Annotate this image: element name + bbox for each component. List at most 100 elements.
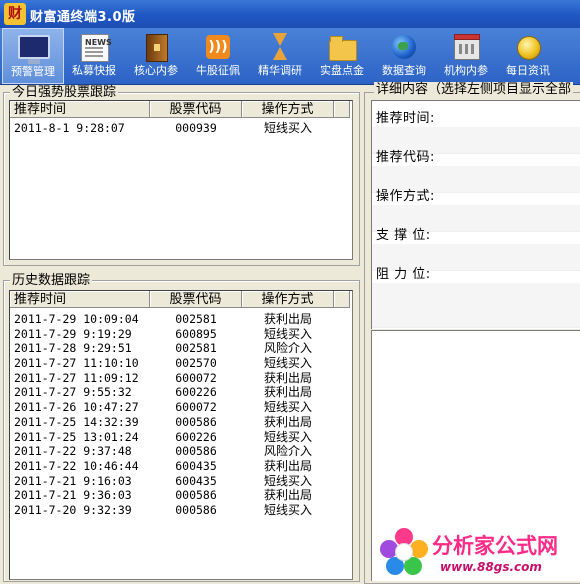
toolbar-button-institution-reference[interactable]: 机构内参	[435, 28, 497, 84]
toolbar-button-label: 核心内参	[134, 64, 178, 77]
main-toolbar: 预警管理 NEWS 私募快报 核心内参 ))) 牛股征佩 精华调研 实盘点金 数…	[0, 28, 580, 85]
cell-action: 获利出局	[263, 370, 312, 385]
column-header-code[interactable]: 股票代码	[150, 101, 242, 118]
cell-action: 短线买入	[263, 121, 312, 135]
column-header-action[interactable]: 操作方式	[242, 291, 334, 308]
table-row[interactable]: 2011-7-25 13:01:24 600226 短线买入	[10, 430, 334, 445]
cell-action: 短线买入	[263, 326, 312, 341]
cell-time: 2011-7-27 11:10:10	[14, 356, 139, 371]
toolbar-button-bull-stocks[interactable]: ))) 牛股征佩	[187, 28, 249, 84]
cell-code: 600435	[175, 458, 217, 473]
cell-time: 2011-7-25 13:01:24	[14, 429, 139, 444]
cell-action: 获利出局	[263, 312, 312, 326]
table-row[interactable]: 2011-7-25 14:32:39 000586 获利出局	[10, 415, 334, 430]
toolbar-button-data-query[interactable]: 数据查询	[373, 28, 435, 84]
column-header-time[interactable]: 推荐时间	[10, 101, 150, 118]
globe-icon	[389, 32, 419, 62]
toolbar-button-label: 牛股征佩	[196, 64, 240, 77]
cell-code: 002581	[175, 312, 217, 326]
toolbar-button-label: 私募快报	[72, 64, 116, 77]
cell-code: 600226	[175, 429, 217, 444]
toolbar-button-daily-news[interactable]: 每日资讯	[497, 28, 559, 84]
cell-time: 2011-7-22 9:37:48	[14, 444, 132, 459]
history-panel-title: 历史数据跟踪	[10, 273, 93, 288]
today-table-body: 2011-8-1 9:28:07 000939 短线买入	[10, 121, 334, 136]
column-header-code[interactable]: 股票代码	[150, 291, 242, 308]
cell-code: 000586	[175, 444, 217, 459]
cell-code: 600895	[175, 326, 217, 341]
table-row[interactable]: 2011-7-28 9:29:51 002581 风险介入	[10, 341, 334, 356]
table-row[interactable]: 2011-7-22 10:46:44 600435 获利出局	[10, 459, 334, 474]
monitor-icon	[18, 33, 50, 64]
toolbar-button-alert-management[interactable]: 预警管理	[2, 28, 64, 84]
toolbar-button-live-trading[interactable]: 实盘点金	[311, 28, 373, 84]
detail-panel-title: 详细内容（选择左侧项目显示全部	[374, 82, 574, 97]
table-row[interactable]: 2011-7-29 10:09:04 002581 获利出局	[10, 312, 334, 327]
cell-action: 风险介入	[263, 341, 312, 356]
cell-time: 2011-7-27 9:55:32	[14, 385, 132, 400]
table-row[interactable]: 2011-7-20 9:32:39 000586 短线买入	[10, 503, 334, 518]
toolbar-button-label: 智	[559, 64, 580, 78]
history-table-header: 推荐时间 股票代码 操作方式	[10, 291, 350, 309]
column-header-time[interactable]: 推荐时间	[10, 291, 150, 308]
cell-time: 2011-7-29 9:19:29	[14, 326, 132, 341]
table-row[interactable]: 2011-7-22 9:37:48 000586 风险介入	[10, 444, 334, 459]
cell-action: 获利出局	[263, 385, 312, 400]
detail-label: 推荐代码:	[376, 150, 435, 165]
cell-code: 000586	[175, 502, 217, 517]
history-table[interactable]: 推荐时间 股票代码 操作方式 2011-7-29 10:09:04 002581 获…	[9, 290, 353, 580]
detail-row-spacer	[372, 283, 580, 328]
table-row[interactable]: 2011-7-21 9:16:03 600435 短线买入	[10, 474, 334, 489]
cell-code: 600435	[175, 473, 217, 488]
today-table[interactable]: 推荐时间 股票代码 操作方式 2011-8-1 9:28:07 000939 短…	[9, 100, 353, 260]
table-row[interactable]: 2011-7-26 10:47:27 600072 短线买入	[10, 400, 334, 415]
cell-time: 2011-7-21 9:16:03	[14, 473, 132, 488]
flower-logo-icon	[380, 528, 428, 576]
cell-time: 2011-7-21 9:36:03	[14, 488, 132, 503]
cell-code: 600072	[175, 400, 217, 415]
watermark-url: www.88gs.com	[440, 560, 542, 574]
table-row[interactable]: 2011-7-27 11:09:12 600072 获利出局	[10, 371, 334, 386]
cell-action: 短线买入	[263, 400, 312, 415]
cell-action: 短线买入	[263, 429, 312, 444]
cell-code: 002570	[175, 356, 217, 371]
cell-action: 短线买入	[263, 473, 312, 488]
detail-label: 推荐时间:	[376, 111, 435, 126]
today-table-header: 推荐时间 股票代码 操作方式	[10, 101, 350, 119]
cell-code: 600226	[175, 385, 217, 400]
cell-time: 2011-7-28 9:29:51	[14, 341, 132, 356]
cell-action: 短线买入	[263, 356, 312, 371]
column-header-action[interactable]: 操作方式	[242, 101, 334, 118]
toolbar-button-core-reference[interactable]: 核心内参	[125, 28, 187, 84]
newspaper-icon: NEWS	[79, 32, 112, 62]
toolbar-button-label: 每日资讯	[506, 64, 550, 77]
history-table-body: 2011-7-29 10:09:04 002581 获利出局 2011-7-29 9…	[10, 312, 334, 518]
detail-row-support: 支 撑 位:	[372, 218, 580, 245]
toolbar-button-label: 精华调研	[258, 64, 302, 77]
table-row[interactable]: 2011-7-27 9:55:32 600226 获利出局	[10, 385, 334, 400]
toolbar-button-private-fund-news[interactable]: NEWS 私募快报	[63, 28, 125, 84]
table-row[interactable]: 2011-7-21 9:36:03 000586 获利出局	[10, 488, 334, 503]
cell-code: 000586	[175, 414, 217, 429]
folder-icon	[327, 32, 357, 62]
table-row[interactable]: 2011-7-27 11:10:10 002570 短线买入	[10, 356, 334, 371]
detail-label: 支 撑 位:	[376, 228, 431, 243]
cell-time: 2011-7-20 9:32:39	[14, 502, 132, 517]
cell-time: 2011-7-25 14:32:39	[14, 414, 139, 429]
toolbar-button-more[interactable]: 智	[559, 28, 580, 84]
rss-icon: )))	[203, 32, 233, 62]
table-row[interactable]: 2011-8-1 9:28:07 000939 短线买入	[10, 121, 334, 136]
detail-row-recommend-code: 推荐代码:	[372, 140, 580, 167]
hourglass-icon	[265, 32, 295, 62]
toolbar-button-research[interactable]: 精华调研	[249, 28, 311, 84]
cell-code: 000939	[175, 121, 217, 135]
detail-label: 操作方式:	[376, 189, 435, 204]
cell-code: 002581	[175, 341, 217, 356]
table-row[interactable]: 2011-7-29 9:19:29 600895 短线买入	[10, 327, 334, 342]
detail-row-resistance: 阻 力 位:	[372, 257, 580, 284]
cell-time: 2011-7-27 11:09:12	[14, 370, 139, 385]
cell-time: 2011-8-1 9:28:07	[14, 121, 125, 135]
toolbar-button-label: 机构内参	[444, 64, 488, 77]
detail-row-operation: 操作方式:	[372, 179, 580, 206]
cell-action: 短线买入	[263, 502, 312, 517]
